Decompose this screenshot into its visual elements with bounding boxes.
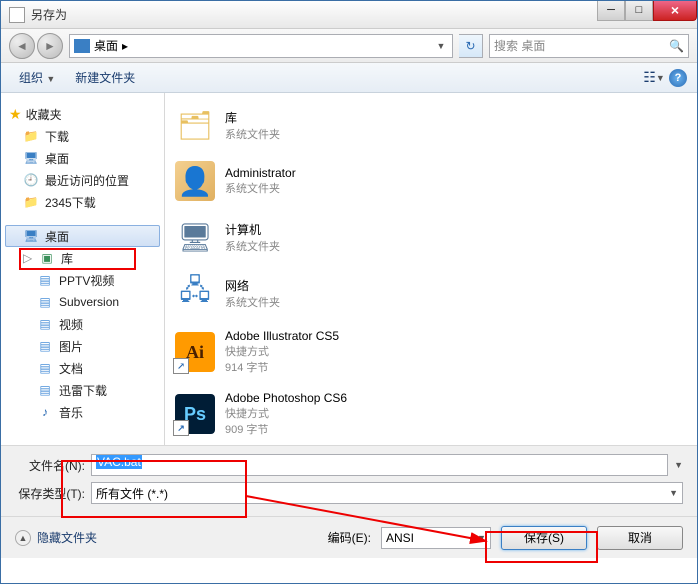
chevron-down-icon[interactable]: ▼	[674, 460, 683, 470]
window-title: 另存为	[31, 6, 67, 23]
sidebar-item-2345[interactable]: 📁2345下载	[5, 191, 160, 213]
sidebar-item-documents[interactable]: ▤文档	[5, 357, 160, 379]
encoding-label: 编码(E):	[328, 529, 371, 546]
list-item[interactable]: Ps Adobe Photoshop CS6快捷方式909 字节	[175, 387, 687, 441]
chevron-down-icon: ▼	[46, 74, 55, 84]
new-folder-button[interactable]: 新建文件夹	[67, 66, 143, 89]
chevron-down-icon: ▼	[669, 488, 678, 498]
network-icon: 🖧	[175, 273, 215, 313]
favorites-header[interactable]: ★收藏夹	[5, 103, 160, 125]
navbar: ◄ ► 桌面 ▸ ▼ ↻ 搜索 桌面 🔍	[1, 29, 697, 63]
sidebar-item-desktop-fav[interactable]: 🖥桌面	[5, 147, 160, 169]
video-icon: ▤	[37, 273, 53, 287]
sidebar-item-svn[interactable]: ▤Subversion	[5, 291, 160, 313]
desktop-icon	[74, 39, 90, 53]
folder-icon: 📁	[23, 195, 39, 209]
help-button[interactable]: ?	[669, 69, 687, 87]
file-list[interactable]: 🗂 库系统文件夹 👤 Administrator系统文件夹 🖥 计算机系统文件夹…	[165, 93, 697, 445]
desktop-icon: 🖥	[23, 229, 39, 243]
folder-icon: ▤	[37, 383, 53, 397]
list-item[interactable]: 👤 Administrator系统文件夹	[175, 157, 687, 205]
forward-button[interactable]: ►	[37, 33, 63, 59]
illustrator-icon: Ai	[175, 332, 215, 372]
sidebar-item-music[interactable]: ♪音乐	[5, 401, 160, 423]
list-item[interactable]: 🖥 计算机系统文件夹	[175, 213, 687, 261]
favorites-star-icon: ★	[9, 106, 22, 123]
search-icon: 🔍	[669, 39, 684, 53]
list-item[interactable]: Ai Adobe Illustrator CS5快捷方式914 字节	[175, 325, 687, 379]
titlebar: 另存为 ─ □ ×	[1, 1, 697, 29]
annotation-highlight	[485, 531, 598, 563]
documents-icon: ▤	[37, 361, 53, 375]
list-item[interactable]: 🗂 库系统文件夹	[175, 101, 687, 149]
sidebar-item-pictures[interactable]: ▤图片	[5, 335, 160, 357]
breadcrumb-dropdown-icon[interactable]: ▼	[434, 41, 448, 51]
recent-places-icon: 🕘	[23, 173, 39, 187]
hide-folders-toggle[interactable]: ▲ 隐藏文件夹	[15, 529, 97, 546]
folder-icon: ▤	[37, 295, 53, 309]
app-icon	[9, 7, 25, 23]
pictures-icon: ▤	[37, 339, 53, 353]
minimize-button[interactable]: ─	[597, 1, 625, 21]
search-input[interactable]: 搜索 桌面 🔍	[489, 34, 689, 58]
sidebar-item-downloads[interactable]: 📁下载	[5, 125, 160, 147]
cancel-button[interactable]: 取消	[597, 526, 683, 550]
breadcrumb-location: 桌面	[94, 37, 118, 54]
collapse-icon: ▲	[15, 530, 31, 546]
close-button[interactable]: ×	[653, 1, 697, 21]
back-button[interactable]: ◄	[9, 33, 35, 59]
window-controls: ─ □ ×	[597, 1, 697, 21]
video-icon: ▤	[37, 317, 53, 331]
view-options-button[interactable]: ☷ ▼	[643, 69, 665, 87]
encoding-combo[interactable]: ANSI▼	[381, 527, 491, 549]
maximize-button[interactable]: □	[625, 1, 653, 21]
sidebar-item-recent[interactable]: 🕘最近访问的位置	[5, 169, 160, 191]
toolbar: 组织 ▼ 新建文件夹 ☷ ▼ ?	[1, 63, 697, 93]
sidebar-item-xunlei[interactable]: ▤迅雷下载	[5, 379, 160, 401]
user-folder-icon: 👤	[175, 161, 215, 201]
computer-icon: 🖥	[175, 217, 215, 257]
breadcrumb-arrow: ▸	[122, 39, 128, 53]
library-icon: 🗂	[175, 105, 215, 145]
music-icon: ♪	[37, 405, 53, 419]
sidebar-item-desktop[interactable]: 🖥桌面	[5, 225, 160, 247]
search-placeholder: 搜索 桌面	[494, 37, 545, 54]
sidebar-item-pptv[interactable]: ▤PPTV视频	[5, 269, 160, 291]
list-item[interactable]: 🖧 网络系统文件夹	[175, 269, 687, 317]
organize-menu[interactable]: 组织 ▼	[11, 66, 63, 89]
desktop-icon: 🖥	[23, 151, 39, 165]
refresh-button[interactable]: ↻	[459, 34, 483, 58]
sidebar-item-video[interactable]: ▤视频	[5, 313, 160, 335]
breadcrumb[interactable]: 桌面 ▸ ▼	[69, 34, 453, 58]
folder-icon: 📁	[23, 129, 39, 143]
save-as-dialog: 另存为 ─ □ × ◄ ► 桌面 ▸ ▼ ↻ 搜索 桌面 🔍 组织 ▼ 新建文件…	[0, 0, 698, 584]
annotation-highlight	[61, 460, 247, 518]
photoshop-icon: Ps	[175, 394, 215, 434]
annotation-highlight	[19, 248, 136, 270]
